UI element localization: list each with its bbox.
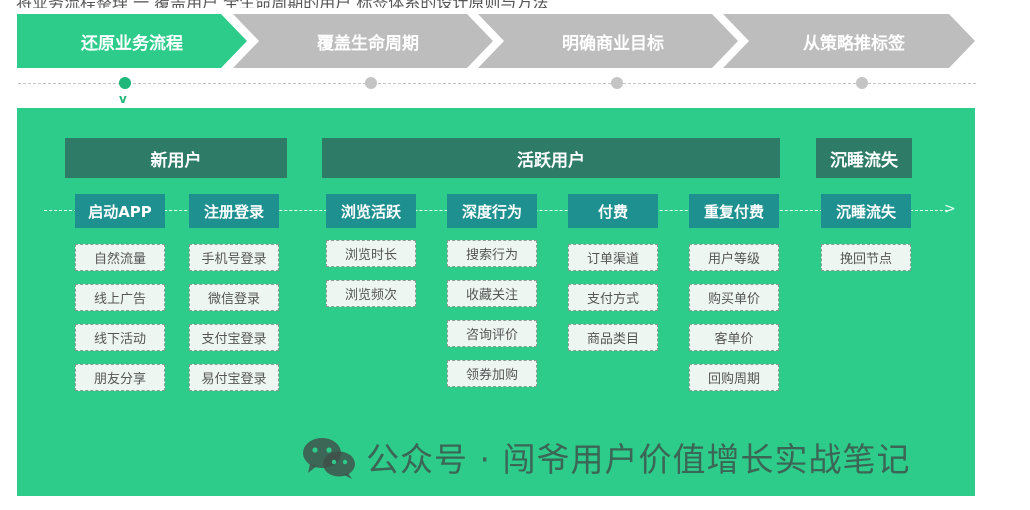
tag-label: 支付方式 [586,292,639,307]
top-caption-text: 将业务流程整理 一 覆盖用户 全生命周期的用户 标签体系的设计原则与方法 [16,0,548,8]
tag-label: 商品类目 [586,332,639,347]
tag-label: 易付宝登录 [201,372,267,387]
tag-item: 挽回节点 [821,244,911,271]
wechat-icon [300,435,358,479]
group-register-login: 注册登录 [189,194,279,228]
tag-label: 购买单价 [707,292,760,307]
tag-label: 自然流量 [93,252,146,267]
group-label: 重复付费 [703,202,764,221]
tag-item: 购买单价 [689,284,779,311]
step-label: 覆盖生命周期 [317,33,419,54]
stage-header-dormant: 沉睡流失 [816,138,912,178]
tag-item: 用户等级 [689,244,779,271]
step-label: 还原业务流程 [81,33,183,54]
tag-label: 线上广告 [93,292,146,307]
stage-header-label: 沉睡流失 [830,150,898,171]
stage-header-new-user: 新用户 [65,138,287,178]
tag-item: 咨询评价 [447,320,537,347]
tag-label: 浏览时长 [344,248,397,263]
tag-label: 朋友分享 [93,372,146,387]
watermark: 公众号 · 闯爷用户价值增长实战笔记 [300,432,910,482]
progress-dot [856,77,868,89]
stage-header-label: 活跃用户 [517,150,585,171]
tag-label: 微信登录 [207,292,260,307]
tag-label: 订单渠道 [586,252,639,267]
tag-item: 朋友分享 [75,364,165,391]
group-label: 浏览活跃 [340,202,401,221]
tag-label: 支付宝登录 [201,332,267,347]
step-restore-business-flow[interactable]: 还原业务流程 [17,14,247,68]
step-define-business-goal[interactable]: 明确商业目标 [478,14,738,68]
step-label: 明确商业目标 [562,33,664,54]
progress-dot-active [119,77,131,89]
tag-item: 支付宝登录 [189,324,279,351]
progress-timeline [18,83,976,84]
stage-header-label: 新用户 [150,150,202,171]
tag-label: 领券加购 [465,368,518,383]
tag-item: 浏览频次 [326,280,416,307]
group-browse-active: 浏览活跃 [326,194,416,228]
tag-item: 手机号登录 [189,244,279,271]
tag-item: 客单价 [689,324,779,351]
step-cover-lifecycle[interactable]: 覆盖生命周期 [233,14,493,68]
group-label: 付费 [597,202,628,221]
progress-dot [365,77,377,89]
tag-label: 手机号登录 [201,252,267,267]
top-caption-clipped: 将业务流程整理 一 覆盖用户 全生命周期的用户 标签体系的设计原则与方法 [16,0,616,8]
tag-item: 回购周期 [689,364,779,391]
tag-label: 线下活动 [93,332,146,347]
step-label: 从策略推标签 [803,33,905,54]
tag-label: 搜索行为 [465,248,518,263]
group-deep-behavior: 深度行为 [447,194,537,228]
tag-label: 挽回节点 [839,252,892,267]
tag-label: 回购周期 [707,372,760,387]
group-launch-app: 启动APP [75,194,165,228]
progress-dot [611,77,623,89]
tag-label: 咨询评价 [465,328,518,343]
tag-label: 客单价 [714,332,754,347]
tag-item: 商品类目 [568,324,658,351]
group-label: 启动APP [88,202,152,221]
stage-header-active-user: 活跃用户 [322,138,780,178]
group-label: 注册登录 [203,202,264,221]
tag-item: 订单渠道 [568,244,658,271]
chevron-down-icon: v [119,92,127,106]
tag-item: 自然流量 [75,244,165,271]
tag-item: 易付宝登录 [189,364,279,391]
tag-item: 收藏关注 [447,280,537,307]
group-label: 沉睡流失 [835,202,896,221]
tag-label: 浏览频次 [344,288,397,303]
tag-label: 用户等级 [707,252,760,267]
arrow-right-icon: > [944,201,956,217]
tag-label: 收藏关注 [465,288,518,303]
tag-item: 领券加购 [447,360,537,387]
group-label: 深度行为 [461,202,522,221]
group-dormant: 沉睡流失 [821,194,911,228]
tag-item: 微信登录 [189,284,279,311]
group-repeat-pay: 重复付费 [689,194,779,228]
tag-item: 线上广告 [75,284,165,311]
tag-item: 搜索行为 [447,240,537,267]
watermark-text: 公众号 · 闯爷用户价值增长实战笔记 [366,440,911,479]
tag-item: 线下活动 [75,324,165,351]
tag-item: 支付方式 [568,284,658,311]
step-tags-from-strategy[interactable]: 从策略推标签 [723,14,975,68]
tag-item: 浏览时长 [326,240,416,267]
group-pay: 付费 [568,194,658,228]
